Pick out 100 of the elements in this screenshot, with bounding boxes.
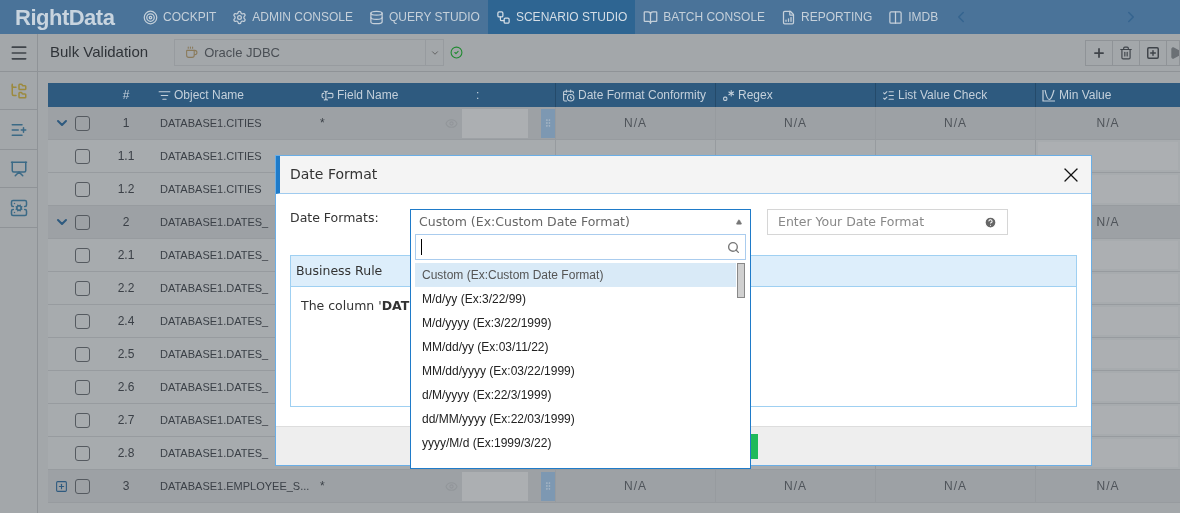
check-value: N/A <box>1096 478 1120 495</box>
object-name: DATABASE1.DATES_ <box>160 280 269 296</box>
object-name: DATABASE1.DATES_ <box>160 445 269 461</box>
text-cursor <box>421 239 422 255</box>
row-number: 2 <box>122 214 130 231</box>
field-name: * <box>320 478 325 495</box>
panel-title: Business Rule <box>296 261 383 280</box>
checkbox[interactable] <box>75 115 90 131</box>
search-field[interactable] <box>415 234 746 260</box>
dropdown-option[interactable]: dd/MM/yyyy (Ex:22/03/1999) <box>415 407 736 431</box>
plus-icon <box>1092 45 1106 60</box>
text-field-icon <box>321 88 334 102</box>
monitor-chart-icon[interactable] <box>9 159 28 178</box>
checkbox[interactable] <box>75 247 90 263</box>
field-name: * <box>320 115 325 132</box>
checkbox[interactable] <box>75 280 90 296</box>
dropdown-option[interactable]: d/M/yyyy (Ex:22/3/1999) <box>415 383 736 407</box>
row-number: 2.1 <box>117 247 135 264</box>
check-value: N/A <box>784 115 807 132</box>
trash-icon <box>1119 45 1133 60</box>
connection-select[interactable]: Oracle JDBC <box>174 39 445 66</box>
checkbox[interactable] <box>75 214 90 230</box>
report-icon <box>781 9 797 25</box>
check-value: N/A <box>624 115 647 132</box>
nav-tab[interactable]: SCENARIO STUDIO <box>487 0 636 34</box>
server-gear-icon[interactable] <box>9 198 28 217</box>
column-header[interactable]: Regex <box>738 86 773 104</box>
column-header[interactable]: Min Value <box>1059 86 1112 104</box>
dropdown-option[interactable]: M/d/yyyy (Ex:3/22/1999) <box>415 311 736 335</box>
checkbox[interactable] <box>75 346 90 362</box>
row-number: 3 <box>122 478 130 495</box>
column-header[interactable]: : <box>476 86 480 104</box>
row-number: 2.6 <box>117 379 135 396</box>
logo[interactable]: RightData <box>15 0 115 34</box>
custom-format-field[interactable]: Enter Your Date Format <box>767 209 1008 235</box>
columns-icon <box>888 9 904 25</box>
column-header[interactable]: Date Format Conformity <box>578 86 707 104</box>
dropdown-option[interactable]: M/d/yy (Ex:3/22/99) <box>415 287 736 311</box>
object-name: DATABASE1.CITIES <box>160 115 262 131</box>
object-name: DATABASE1.CITIES <box>160 148 262 164</box>
object-name: DATABASE1.DATES_ <box>160 346 269 362</box>
caret-icon <box>736 219 742 225</box>
column-header[interactable]: Object Name <box>174 86 245 104</box>
object-name: DATABASE1.DATES_ <box>160 313 269 329</box>
list-icon <box>158 88 171 102</box>
nav-tab[interactable]: ADMIN CONSOLE <box>224 0 362 34</box>
row-number: 2.8 <box>117 445 135 462</box>
row-number: 2.7 <box>117 412 135 429</box>
checkbox[interactable] <box>75 181 90 197</box>
nav-tab[interactable]: IMDB <box>880 0 947 34</box>
checkbox[interactable] <box>75 379 90 395</box>
object-name: DATABASE1.CITIES <box>160 181 262 197</box>
object-name: DATABASE1.DATES_ <box>160 214 269 230</box>
page-title: Bulk Validation <box>50 42 149 63</box>
rule-text: The column 'DAT <box>301 298 410 313</box>
check-value: N/A <box>1096 214 1120 231</box>
checkbox[interactable] <box>75 313 90 329</box>
row-number: 1.2 <box>117 181 135 198</box>
drag-handle[interactable] <box>541 471 555 501</box>
row-number: 1 <box>122 115 130 132</box>
column-header[interactable]: List Value Check <box>898 86 988 104</box>
nav-tab[interactable]: QUERY STUDIO <box>361 0 488 34</box>
help-icon[interactable] <box>984 215 997 229</box>
value-cell <box>462 108 528 138</box>
check-value: N/A <box>1096 115 1120 132</box>
search-icon[interactable] <box>727 240 740 254</box>
checkbox[interactable] <box>75 412 90 428</box>
check-value: N/A <box>944 478 967 495</box>
date-formats-label: Date Formats: <box>290 209 380 227</box>
check-value: N/A <box>944 115 967 132</box>
object-name: DATABASE1.DATES_ <box>160 379 269 395</box>
nav-tab[interactable]: BATCH CONSOLE <box>635 0 774 34</box>
expand-icon[interactable] <box>55 479 68 493</box>
row-number: 2.4 <box>117 313 135 330</box>
calendar-icon <box>562 88 575 102</box>
drag-handle[interactable] <box>541 108 555 138</box>
play-icon <box>1169 45 1179 60</box>
dropdown-option[interactable]: MM/dd/yyyy (Ex:03/22/1999) <box>415 359 736 383</box>
object-name: DATABASE1.DATES_ <box>160 412 269 428</box>
column-header[interactable]: Field Name <box>337 86 399 104</box>
row-number: 1.1 <box>117 148 135 165</box>
gear-icon <box>232 9 248 25</box>
checkbox[interactable] <box>75 445 90 461</box>
target-icon <box>143 9 158 25</box>
regex-icon <box>722 88 735 102</box>
checkbox[interactable] <box>75 478 90 494</box>
row-number: 2.5 <box>117 346 135 363</box>
nav-tab[interactable]: REPORTING <box>773 0 881 34</box>
cup-icon <box>185 46 199 59</box>
curve-icon <box>1042 88 1056 102</box>
dropdown-option[interactable]: Custom (Ex:Custom Date Format) <box>415 263 736 287</box>
column-header[interactable]: # <box>122 86 130 104</box>
dropdown-option[interactable]: MM/dd/yy (Ex:03/11/22) <box>415 335 736 359</box>
row-number: 2.2 <box>117 280 135 297</box>
scrollbar-thumb[interactable] <box>737 263 745 298</box>
plus-square-icon <box>1146 45 1160 60</box>
database-icon <box>369 9 385 25</box>
checkbox[interactable] <box>75 148 90 164</box>
date-format-dropdown[interactable] <box>410 209 751 469</box>
nav-tab[interactable]: COCKPIT <box>135 0 225 34</box>
